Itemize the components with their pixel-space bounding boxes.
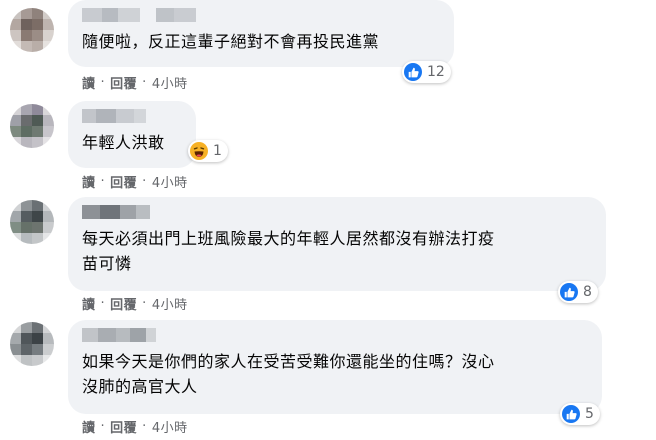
comment-actions: 讀 · 回覆 · 4小時 [82,294,188,313]
reaction-count: 1 [213,143,222,159]
avatar[interactable] [10,322,54,366]
timestamp[interactable]: 4小時 [152,73,188,92]
separator-dot: · [142,296,147,311]
comment-actions: 讀 · 回覆 · 4小時 [82,172,188,191]
separator-dot: · [100,174,106,189]
separator-dot: · [142,419,147,434]
comment-text: 隨便啦，反正這輩子絕對不會再投民進黨 [82,32,380,51]
separator-dot: · [100,75,106,90]
timestamp[interactable]: 4小時 [152,294,188,313]
reaction-summary[interactable]: 8 [558,281,598,303]
comment-text: 如果今天是你們的家人在受苦受難你還能坐的住嗎？沒心 沒肺的高官大人 [82,352,495,396]
reply-link[interactable]: 回覆 [110,172,137,191]
read-link[interactable]: 讀 [82,73,96,92]
author-name-blurred[interactable] [82,205,592,219]
read-link[interactable]: 讀 [82,172,96,191]
reply-link[interactable]: 回覆 [110,417,137,436]
separator-dot: · [100,296,106,311]
read-link[interactable]: 讀 [82,417,96,436]
author-name-blurred[interactable] [82,328,588,342]
author-name-blurred[interactable] [82,8,440,22]
timestamp[interactable]: 4小時 [152,172,188,191]
like-icon [404,63,422,81]
like-icon [562,405,580,423]
reaction-summary[interactable]: 5 [560,403,600,425]
comment-bubble: 年輕人洪敢 [68,101,196,168]
reaction-count: 8 [583,284,592,300]
avatar[interactable] [10,8,54,52]
reaction-count: 12 [427,64,445,80]
avatar[interactable] [10,104,54,148]
avatar[interactable] [10,200,54,244]
comment-bubble: 隨便啦，反正這輩子絕對不會再投民進黨 [68,0,454,67]
comment-actions: 讀 · 回覆 · 4小時 [82,417,188,436]
comment-bubble: 每天必須出門上班風險最大的年輕人居然都沒有辦法打疫 苗可憐 [68,197,606,291]
comment-text: 年輕人洪敢 [82,133,165,152]
reaction-summary[interactable]: 1 [188,140,228,162]
comment-text: 每天必須出門上班風險最大的年輕人居然都沒有辦法打疫 苗可憐 [82,229,495,273]
reply-link[interactable]: 回覆 [110,73,137,92]
separator-dot: · [142,75,147,90]
reply-link[interactable]: 回覆 [110,294,137,313]
separator-dot: · [100,419,106,434]
reaction-count: 5 [585,406,594,422]
comment-actions: 讀 · 回覆 · 4小時 [82,73,188,92]
read-link[interactable]: 讀 [82,294,96,313]
haha-icon [190,142,208,160]
separator-dot: · [142,174,147,189]
comment-bubble: 如果今天是你們的家人在受苦受難你還能坐的住嗎？沒心 沒肺的高官大人 [68,320,602,414]
timestamp[interactable]: 4小時 [152,417,188,436]
author-name-blurred[interactable] [82,109,182,123]
like-icon [560,283,578,301]
reaction-summary[interactable]: 12 [402,61,451,83]
